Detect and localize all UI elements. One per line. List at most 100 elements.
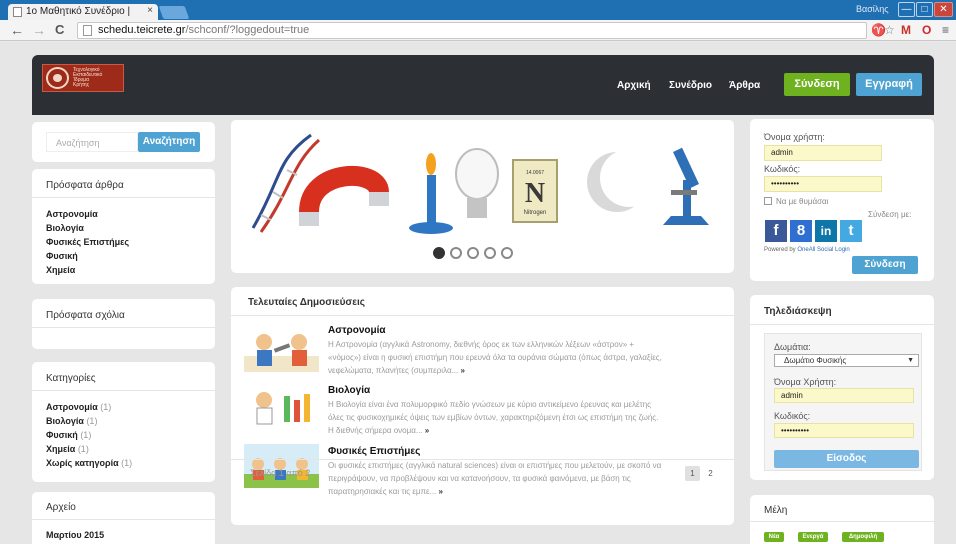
post-title-link[interactable]: Φυσικές Επιστήμες [328, 446, 420, 457]
browser-user-badge[interactable]: Βασίλης [856, 4, 889, 14]
category-count: (1) [97, 402, 112, 412]
read-more-link[interactable]: » [439, 487, 443, 496]
divider [32, 327, 215, 328]
reload-icon[interactable]: C [55, 22, 64, 38]
tele-password-label: Κωδικός: [774, 411, 811, 421]
slider-dot[interactable] [467, 247, 479, 259]
search-input[interactable]: Αναζήτηση [46, 132, 138, 152]
divider [32, 519, 215, 520]
password-field[interactable]: •••••••••• [764, 176, 882, 192]
close-window-button[interactable]: ✕ [934, 2, 953, 17]
slider-dot[interactable] [501, 247, 513, 259]
remember-me-checkbox[interactable] [764, 197, 772, 205]
page-icon [83, 25, 92, 36]
category-count: (1) [77, 430, 92, 440]
category-count: (1) [83, 416, 98, 426]
members-tab-new[interactable]: Νέα [764, 532, 784, 542]
post-title-link[interactable]: Αστρονομία [328, 325, 386, 336]
post-title-link[interactable]: Βιολογία [328, 385, 370, 396]
address-bar[interactable]: schedu.teicrete.gr/schconf/?loggedout=tr… [77, 22, 867, 39]
slider-dot[interactable] [433, 247, 445, 259]
tele-enter-button[interactable]: Είσοδος [774, 450, 919, 468]
slider-dot[interactable] [484, 247, 496, 259]
powered-by-text: Powered by OneAll Social Login [764, 247, 850, 253]
room-select[interactable]: Δωμάτιο Φυσικής ▼ [774, 354, 919, 367]
divider [231, 459, 734, 460]
linkedin-login-icon[interactable]: in [815, 220, 837, 242]
nav-home[interactable]: Αρχική [617, 80, 651, 91]
category-item: Βιολογία (1) [46, 416, 97, 426]
pagination-label: Σελίδα 1 από 2 [250, 468, 311, 478]
tele-username-field[interactable]: admin [774, 388, 914, 403]
recent-post-link[interactable]: Αστρονομία [46, 209, 98, 219]
recent-post-link[interactable]: Βιολογία [46, 223, 84, 233]
divider [231, 315, 734, 316]
nitrogen-symbol: N [525, 178, 545, 209]
post-excerpt: Η Αστρονομία (αγγλικά Astronomy, διεθνής… [328, 340, 662, 375]
opera-extension-icon[interactable]: O [922, 23, 931, 37]
tele-password-field[interactable]: •••••••••• [774, 423, 914, 438]
browser-toolbar: ← → C schedu.teicrete.gr/schconf/?logged… [0, 20, 956, 41]
forward-arrow-icon[interactable]: → [32, 22, 46, 38]
social-login-label: Σύνδεση με: [868, 210, 912, 219]
twitter-login-icon[interactable]: t [840, 220, 862, 242]
category-link[interactable]: Φυσική [46, 430, 78, 440]
search-panel: Αναζήτηση Αναζήτηση [32, 122, 215, 162]
login-submit-button[interactable]: Σύνδεση [852, 256, 918, 274]
browser-tab-strip: 1ο Μαθητικό Συνέδριο | × Βασίλης — □ ✕ [0, 0, 956, 20]
read-more-link[interactable]: » [460, 366, 464, 375]
slider-dot[interactable] [450, 247, 462, 259]
menu-icon[interactable]: ≡ [942, 23, 949, 37]
oneall-link[interactable]: OneAll Social Login [797, 247, 849, 253]
members-tab-active[interactable]: Ενεργά [798, 532, 828, 542]
biology-thumbnail[interactable] [244, 386, 319, 430]
facebook-login-icon[interactable]: f [765, 220, 787, 242]
tei-crete-logo[interactable]: Τεχνολογικό Εκπαιδευτικό Ίδρυμα Κρήτης [42, 64, 124, 92]
maximize-window-button[interactable]: □ [916, 2, 933, 17]
members-tab-popular[interactable]: Δημοφιλή [842, 532, 884, 542]
astronomy-thumbnail[interactable] [244, 328, 319, 372]
recent-comments-panel: Πρόσφατα σχόλια [32, 299, 215, 349]
hero-slider: N Nitrogen 14.0067 [231, 120, 734, 273]
category-item: Χημεία (1) [46, 444, 89, 454]
category-link[interactable]: Βιολογία [46, 416, 84, 426]
search-button[interactable]: Αναζήτηση [138, 132, 200, 152]
nav-conference[interactable]: Συνέδριο [669, 80, 712, 91]
room-selected-value: Δωμάτιο Φυσικής [784, 356, 847, 365]
new-tab-button[interactable] [158, 6, 190, 19]
logo-text: Τεχνολογικό Εκπαιδευτικό Ίδρυμα Κρήτης [73, 67, 103, 88]
page-2-button[interactable]: 2 [703, 466, 718, 481]
nitrogen-name: Nitrogen [524, 210, 547, 216]
browser-tab[interactable]: 1ο Μαθητικό Συνέδριο | × [8, 4, 158, 20]
category-link[interactable]: Αστρονομία [46, 402, 98, 412]
categories-title: Κατηγορίες [46, 373, 96, 384]
site-header: Τεχνολογικό Εκπαιδευτικό Ίδρυμα Κρήτης Α… [32, 55, 934, 115]
divider [32, 390, 215, 391]
gmail-extension-icon[interactable]: M [901, 23, 911, 37]
nitrogen-mass: 14.0067 [526, 170, 544, 176]
category-item: Φυσική (1) [46, 430, 91, 440]
remember-me-label: Να με θυμάσαι [776, 197, 829, 206]
minimize-window-button[interactable]: — [898, 2, 915, 17]
category-item: Αστρονομία (1) [46, 402, 111, 412]
bookmark-star-icon[interactable]: ☆ [884, 23, 895, 37]
password-label: Κωδικός: [764, 164, 801, 174]
recent-post-link[interactable]: Χημεία [46, 265, 75, 275]
room-label: Δωμάτια: [774, 342, 811, 352]
username-field[interactable]: admin [764, 145, 882, 161]
category-link[interactable]: Χημεία [46, 444, 75, 454]
recent-post-link[interactable]: Φυσική [46, 251, 78, 261]
archive-link[interactable]: Μαρτίου 2015 [46, 530, 104, 540]
category-link[interactable]: Χωρίς κατηγορία [46, 458, 119, 468]
header-register-button[interactable]: Εγγραφή [856, 73, 922, 96]
page-content: Τεχνολογικό Εκπαιδευτικό Ίδρυμα Κρήτης Α… [0, 42, 956, 544]
google-login-icon[interactable]: 8 [790, 220, 812, 242]
nav-articles[interactable]: Άρθρα [729, 80, 760, 91]
header-login-button[interactable]: Σύνδεση [784, 73, 850, 96]
page-1-button[interactable]: 1 [685, 466, 700, 481]
recent-post-link[interactable]: Φυσικές Επιστήμες [46, 237, 129, 247]
read-more-link[interactable]: » [425, 426, 429, 435]
close-tab-icon[interactable]: × [147, 5, 153, 16]
back-arrow-icon[interactable]: ← [10, 22, 24, 38]
natural-sciences-thumbnail[interactable] [244, 444, 319, 488]
